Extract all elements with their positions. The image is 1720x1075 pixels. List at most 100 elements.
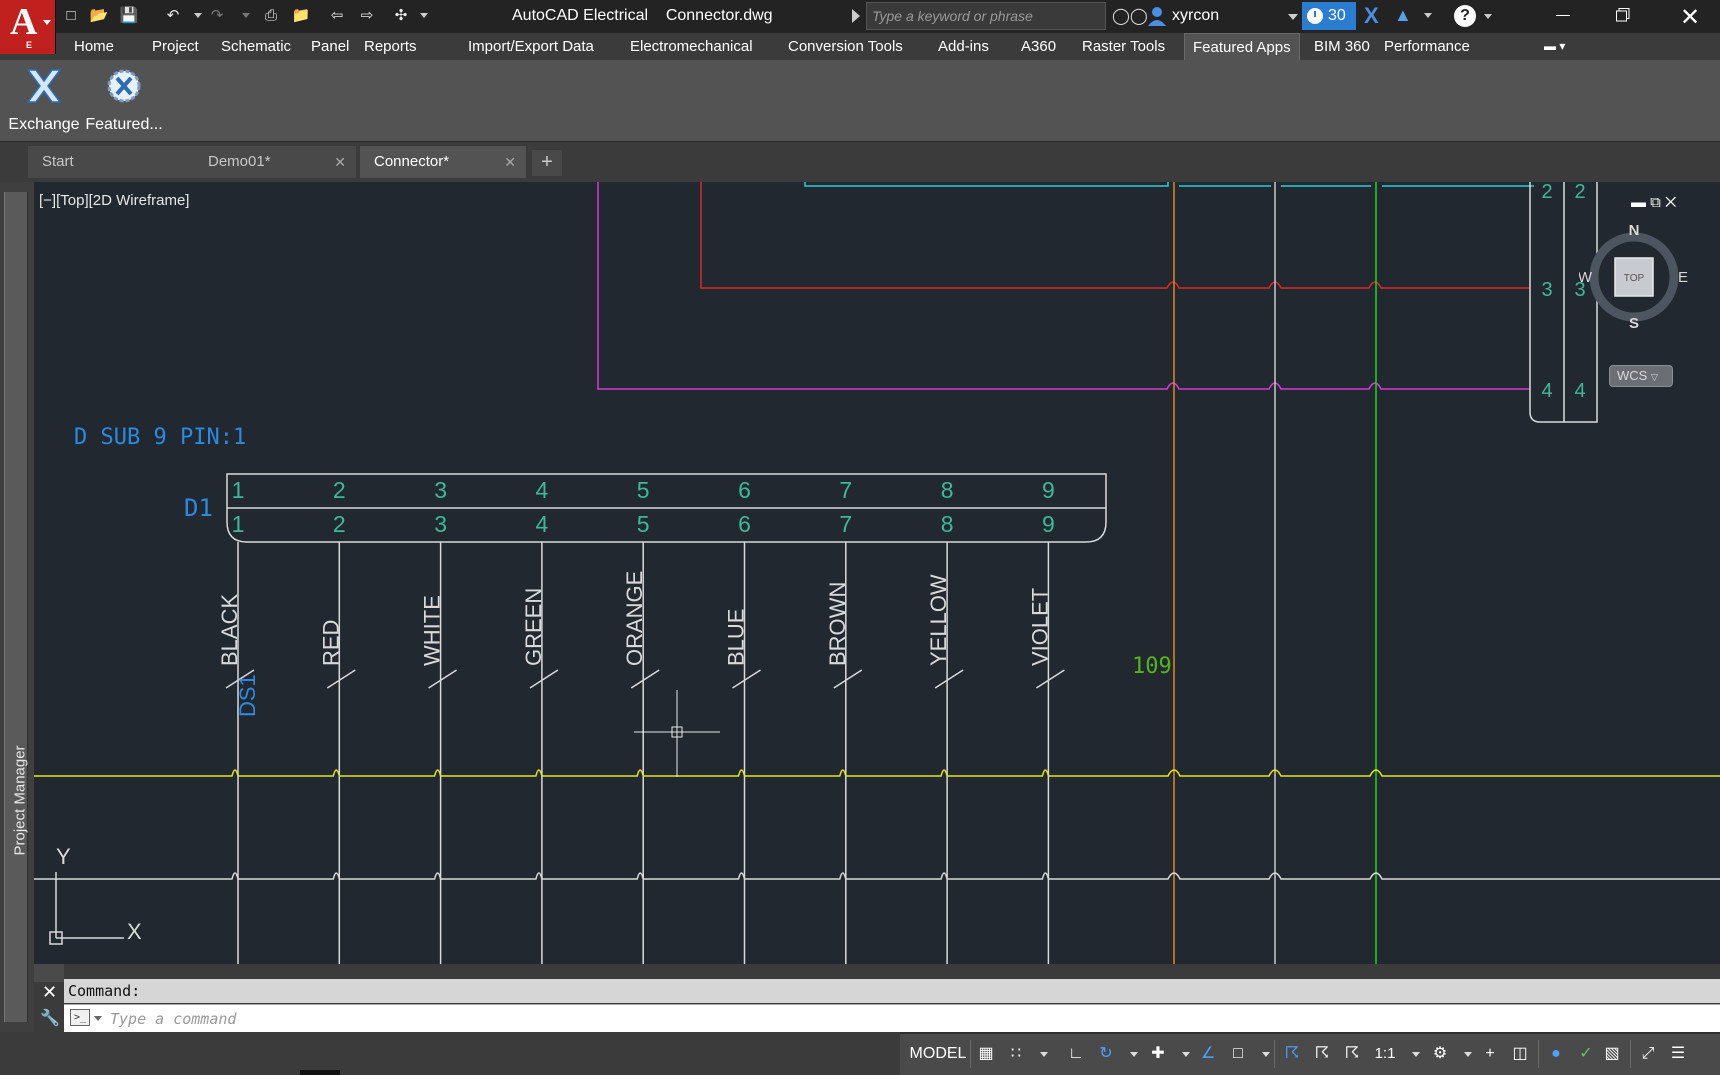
viewport-controls-label[interactable]: [−][Top][2D Wireframe] [39, 192, 189, 209]
tab-add-ins[interactable]: Add-ins [930, 33, 997, 60]
scale-dropdown-icon[interactable] [1412, 1052, 1420, 1057]
tab-panel[interactable]: Panel [303, 33, 357, 60]
tab-home[interactable]: Home [66, 33, 122, 60]
polar-tracking-icon[interactable]: ↻ [1094, 1040, 1118, 1068]
compass-north[interactable]: N [1629, 222, 1640, 239]
share-icon[interactable]: ✣ [390, 6, 412, 26]
tab-raster-tools[interactable]: Raster Tools [1074, 33, 1173, 60]
auto-scale-icon[interactable]: ☈ [1310, 1040, 1334, 1068]
restore-window-icon[interactable] [1616, 8, 1630, 22]
autodesk-exchange-icon[interactable]: X [1364, 3, 1379, 29]
isodraft-dropdown-icon[interactable] [1182, 1052, 1190, 1057]
minimize-window-icon[interactable] [1556, 15, 1570, 16]
compass-south[interactable]: S [1629, 315, 1639, 332]
annotation-monitor-icon[interactable]: + [1478, 1040, 1502, 1068]
annotation-visibility-icon[interactable]: ☈ [1280, 1040, 1304, 1068]
forward-arrow-icon[interactable]: ⇨ [356, 6, 378, 26]
command-prompt-icon[interactable]: >_ [70, 1009, 90, 1026]
customization-menu-icon[interactable]: ☰ [1666, 1040, 1690, 1068]
connector-pin-label: 9 [1042, 477, 1055, 503]
tab-import-export[interactable]: Import/Export Data [460, 33, 602, 60]
tab-featured-apps[interactable]: Featured Apps [1184, 33, 1300, 60]
trial-days-count: 30 [1328, 7, 1346, 24]
back-arrow-icon[interactable]: ⇦ [326, 6, 348, 26]
tab-demo01[interactable]: Demo01* ✕ [194, 146, 356, 178]
command-prompt-dropdown-icon[interactable] [94, 1016, 102, 1021]
compass-east[interactable]: E [1678, 269, 1688, 286]
help-dropdown-icon[interactable] [1484, 14, 1492, 19]
ortho-icon[interactable]: ∟ [1064, 1040, 1088, 1068]
workspace-dropdown-icon[interactable] [1464, 1052, 1472, 1057]
tab-a360[interactable]: A360 [1013, 33, 1064, 60]
command-input[interactable]: Type a command [64, 1004, 1720, 1032]
project-icon[interactable]: 📁 [290, 6, 312, 26]
a360-dropdown-icon[interactable] [1424, 13, 1432, 18]
new-file-icon[interactable]: □ [60, 6, 82, 26]
new-drawing-tab-button[interactable]: + [532, 150, 562, 176]
object-snap-icon[interactable]: □ [1226, 1040, 1250, 1068]
a360-icon[interactable]: ▲ [1394, 5, 1412, 26]
search-input[interactable]: Type a keyword or phrase [866, 2, 1106, 30]
viewport-window-controls[interactable]: ▬ ⧉ ✕ [1631, 194, 1676, 211]
wire-cable-marker [1035, 669, 1065, 689]
tab-performance[interactable]: Performance [1376, 33, 1478, 60]
osnap-dropdown-icon[interactable] [1262, 1052, 1270, 1057]
user-icon [1148, 7, 1166, 26]
redo-icon[interactable]: ↷ [206, 6, 228, 26]
connector-pin-label: 9 [1042, 511, 1055, 537]
qat-customize-icon[interactable] [420, 13, 428, 18]
workspace-gear-icon[interactable]: ⚙ [1428, 1040, 1452, 1068]
close-window-icon[interactable]: ✕ [1680, 3, 1700, 32]
annotation-scale-value[interactable]: 1:1 [1370, 1040, 1400, 1068]
tab-project[interactable]: Project [144, 33, 207, 60]
help-icon[interactable]: ? [1454, 5, 1476, 27]
redo-dropdown-icon[interactable] [242, 13, 250, 18]
wire-cable-marker [934, 669, 964, 689]
tab-reports[interactable]: Reports [356, 33, 425, 60]
units-icon[interactable]: ◫ [1508, 1040, 1532, 1068]
tab-electromechanical[interactable]: Electromechanical [622, 33, 761, 60]
annotation-scale-icon[interactable]: ☈ [1340, 1040, 1364, 1068]
model-space-button[interactable]: MODEL [906, 1040, 970, 1068]
polar-dropdown-icon[interactable] [1130, 1052, 1138, 1057]
isolate-objects-icon[interactable]: ● [1544, 1040, 1568, 1068]
compass-west[interactable]: W [1579, 269, 1593, 286]
ribbon-display-options-icon[interactable]: ▬ ▾ [1544, 33, 1565, 60]
expand-search-icon[interactable] [852, 9, 860, 23]
object-snap-tracking-icon[interactable]: ∠ [1196, 1040, 1220, 1068]
clean-screen-toggle-icon[interactable]: ▧ [1600, 1040, 1624, 1068]
fullscreen-icon[interactable]: ⤢ [1636, 1040, 1660, 1068]
close-icon[interactable]: ✕ [334, 146, 346, 178]
wire-color-label: YELLOW [926, 574, 951, 666]
user-signin-menu[interactable]: xyrcon [1140, 2, 1300, 30]
close-icon[interactable]: ✕ [504, 146, 516, 178]
file-tab-bar: Start Demo01* ✕ Connector* ✕ + [0, 142, 1720, 182]
save-icon[interactable]: 💾 [118, 6, 140, 26]
wrench-icon[interactable]: 🔧 [40, 1008, 60, 1028]
tab-connector[interactable]: Connector* ✕ [360, 146, 526, 178]
cable-tag: DS1 [235, 674, 260, 717]
tab-bim-360[interactable]: BIM 360 [1306, 33, 1378, 60]
snap-icon[interactable]: ∷ [1004, 1040, 1028, 1068]
wcs-menu-button[interactable]: WCS ▽ [1609, 365, 1673, 387]
command-line-grip[interactable] [34, 964, 64, 982]
isodraft-icon[interactable]: ✚ [1146, 1040, 1170, 1068]
tab-schematic[interactable]: Schematic [213, 33, 299, 60]
plot-icon[interactable]: ⎙ [260, 6, 282, 26]
exchange-button[interactable]: Exchange [4, 62, 84, 138]
featured-apps-button[interactable]: Featured... [84, 62, 164, 138]
snap-dropdown-icon[interactable] [1040, 1052, 1048, 1057]
undo-dropdown-icon[interactable] [194, 13, 202, 18]
tab-start[interactable]: Start [28, 146, 194, 178]
tab-conversion-tools[interactable]: Conversion Tools [780, 33, 911, 60]
project-manager-palette[interactable]: Project Manager [0, 182, 34, 1032]
hardware-acceleration-icon[interactable]: ✓ [1574, 1040, 1598, 1068]
grid-icon[interactable]: ▦ [974, 1040, 998, 1068]
application-menu-button[interactable]: A E [0, 0, 56, 54]
close-icon[interactable]: ✕ [42, 982, 57, 1003]
drawing-canvas[interactable]: 223344 D SUB 9 PIN:1 D1 1122334455667788… [34, 182, 1720, 964]
undo-icon[interactable]: ↶ [162, 6, 184, 26]
trial-days-badge[interactable]: 30 [1302, 2, 1356, 30]
open-file-icon[interactable]: 📂 [88, 6, 110, 26]
viewcube[interactable]: TOP N S E W [1579, 222, 1689, 332]
